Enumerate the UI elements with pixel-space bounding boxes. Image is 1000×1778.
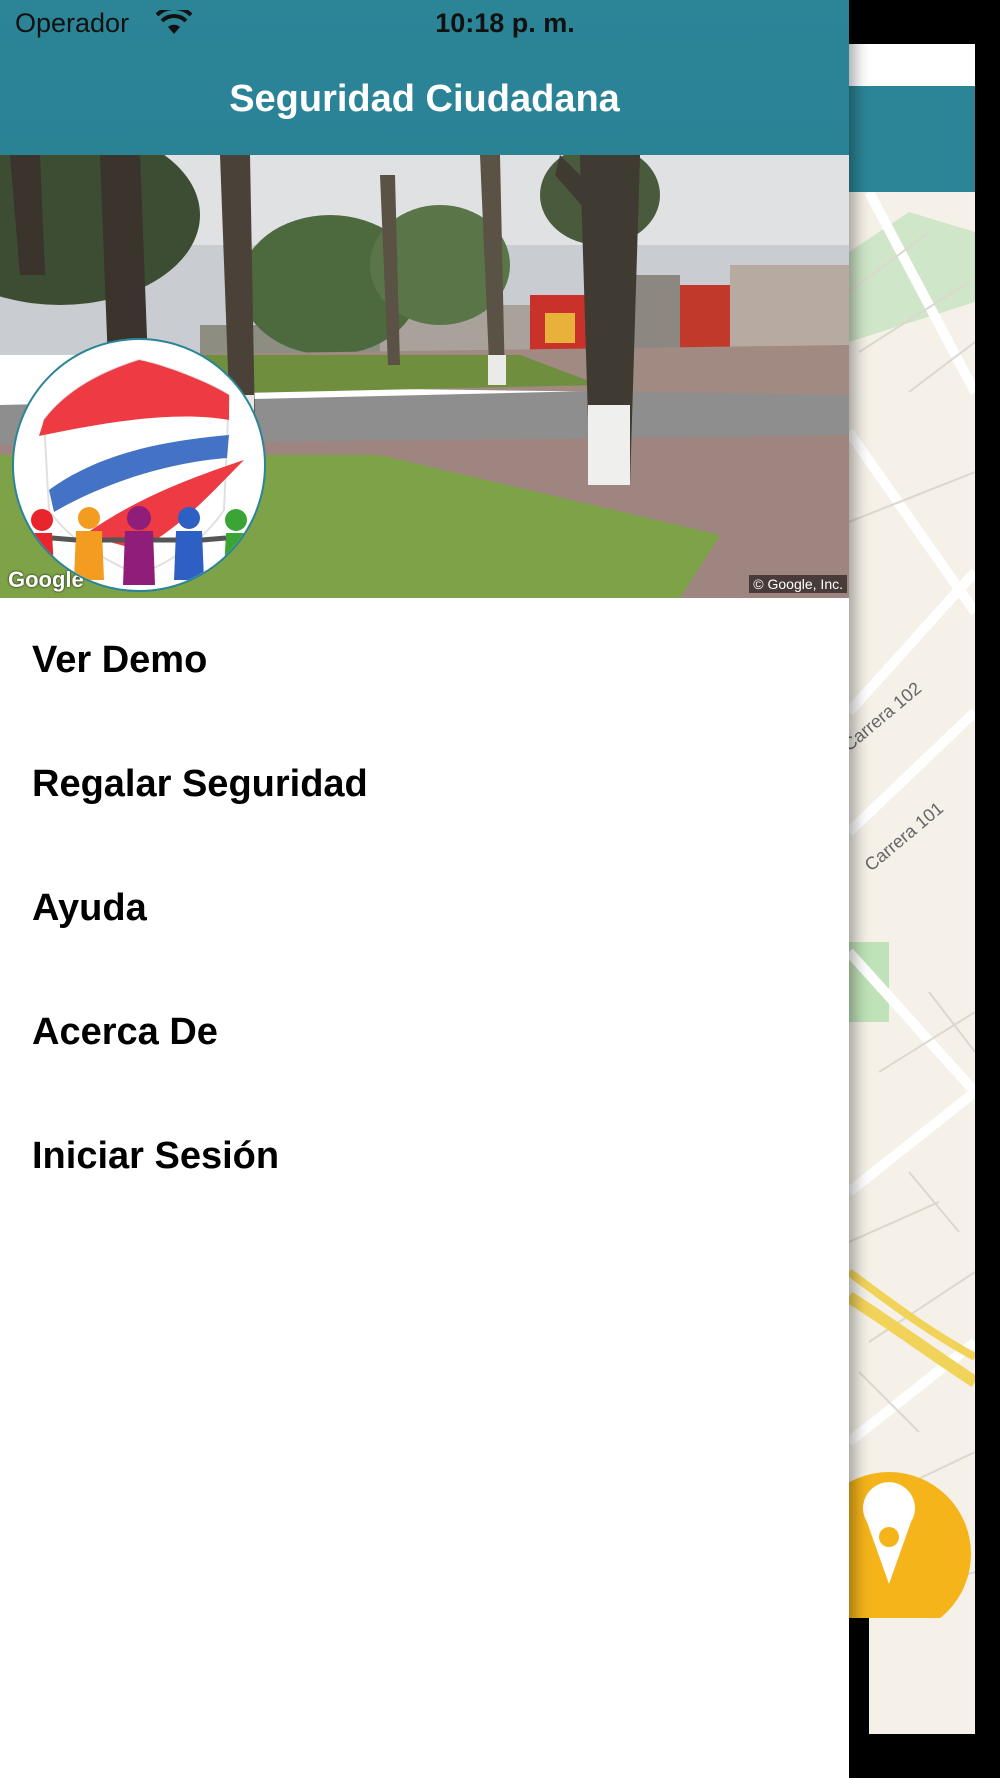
google-copyright: © Google, Inc. [749,575,847,593]
menu-item-ver-demo[interactable]: Ver Demo [0,598,849,722]
menu-item-regalar-seguridad[interactable]: Regalar Seguridad [0,722,849,846]
background-search-bar [849,44,975,86]
security-shield-people-logo [12,338,266,592]
menu-item-iniciar-sesion[interactable]: Iniciar Sesión [0,1094,849,1218]
drawer-header: Operador 10:18 p. m. Seguridad Ciudadana [0,0,849,155]
clock: 10:18 p. m. [435,8,575,38]
background-map: Carrera 102 Carrera 101 [849,192,975,1734]
menu-item-ayuda[interactable]: Ayuda [0,846,849,970]
background-app: Carrera 102 Carrera 101 [849,44,975,1734]
app-title: Seguridad Ciudadana [229,78,620,120]
menu-item-acerca-de[interactable]: Acerca De [0,970,849,1094]
status-bar: Operador 10:18 p. m. [0,0,849,50]
background-header [849,86,975,192]
drawer-menu: Ver Demo Regalar Seguridad Ayuda Acerca … [0,598,849,1218]
navigation-drawer: Operador 10:18 p. m. Seguridad Ciudadana [0,0,849,1778]
